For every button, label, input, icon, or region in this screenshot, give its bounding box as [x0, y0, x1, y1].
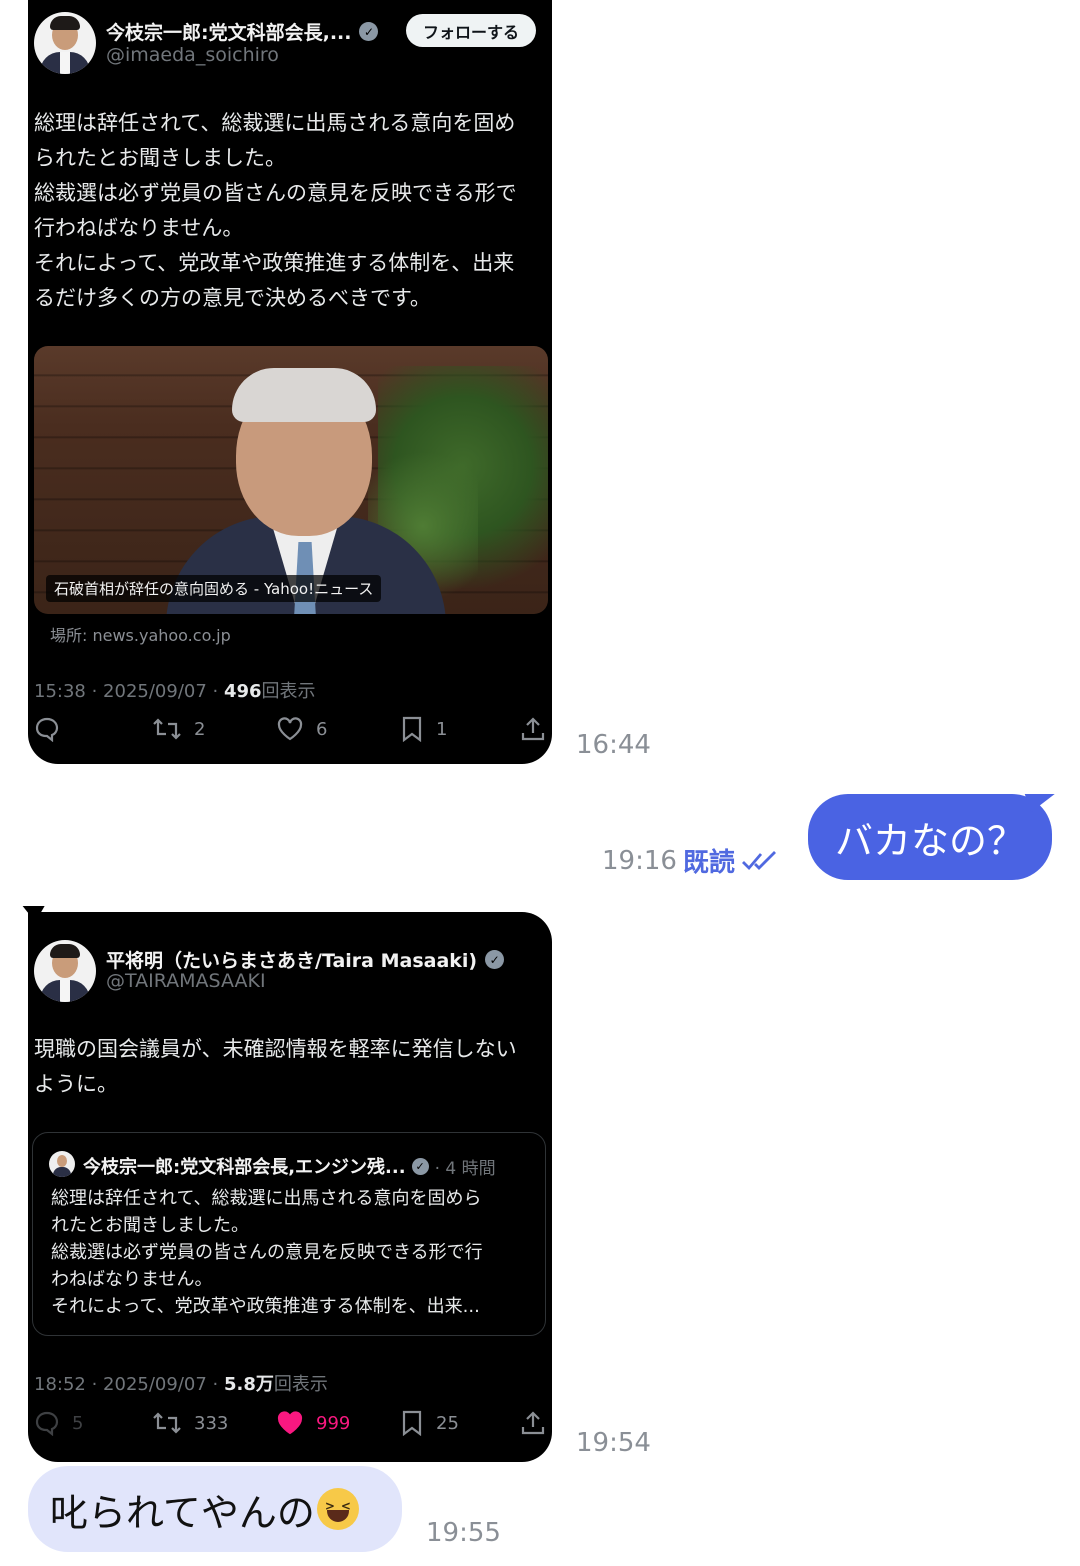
author-name: 平将明（たいらまさあき/Taira Masaaki): [106, 950, 478, 972]
author-name-row: 今枝宗一郎:党文科部会長,... ✓: [106, 18, 379, 45]
reply-icon: [35, 1411, 59, 1436]
repost-icon: [153, 718, 181, 740]
news-caption: 石破首相が辞任の意向固める - Yahoo!ニュース: [46, 575, 382, 602]
post-time-date: 15:38 · 2025/09/07 ·: [34, 681, 224, 702]
heart-filled-icon: [277, 1411, 303, 1435]
author-handle: @TAIRAMASAAKI: [106, 970, 266, 992]
message-text: 叱られてやんの: [50, 1490, 315, 1535]
author-handle: @imaeda_soichiro: [106, 44, 279, 66]
double-check-icon: [741, 850, 776, 870]
reply-button[interactable]: [34, 716, 60, 742]
views-suffix: 回表示: [261, 681, 316, 702]
message-timestamp: 16:44: [576, 730, 651, 760]
message-timestamp: 19:16: [602, 845, 677, 876]
post-actions: 5 333 999 25: [28, 1410, 552, 1450]
post-text: 総理は辞任されて、総裁選に出馬される意向を固め られたとお聞きしました。 総裁選…: [34, 111, 517, 310]
post-time-date: 18:52 · 2025/09/07 ·: [34, 1374, 224, 1395]
like-button[interactable]: 999: [276, 1410, 350, 1436]
quoted-author-row: 今枝宗一郎:党文科部会長,エンジン残... ✓ · 4 時間: [83, 1153, 496, 1179]
received-message-bubble[interactable]: 叱られてやんの > <: [28, 1466, 402, 1552]
verified-badge-icon: ✓: [359, 22, 379, 41]
share-button[interactable]: [520, 716, 546, 742]
view-count: 496: [223, 681, 262, 702]
read-label: 既読: [682, 848, 735, 878]
reply-button[interactable]: 5: [34, 1410, 83, 1436]
news-link-card[interactable]: 石破首相が辞任の意向固める - Yahoo!ニュース: [34, 346, 548, 614]
view-count: 5.8万: [223, 1374, 274, 1395]
repost-count: 2: [194, 718, 206, 740]
author-name-row: 平将明（たいらまさあき/Taira Masaaki) ✓: [106, 946, 505, 973]
verified-badge-icon: ✓: [411, 1157, 429, 1175]
share-icon: [521, 1411, 545, 1435]
sent-message-bubble[interactable]: バカなの？: [808, 794, 1052, 880]
quoted-author-avatar: [49, 1151, 75, 1177]
bookmark-count: 1: [436, 718, 448, 740]
quoted-post-time: · 4 時間: [434, 1158, 496, 1179]
like-button[interactable]: 6: [276, 716, 327, 742]
quoted-post[interactable]: 今枝宗一郎:党文科部会長,エンジン残... ✓ · 4 時間 総理は辞任されて、…: [32, 1132, 546, 1336]
shared-post-card-1[interactable]: 今枝宗一郎:党文科部会長,... ✓ @imaeda_soichiro フォロー…: [28, 0, 552, 764]
author-avatar[interactable]: [34, 12, 96, 74]
news-source: 場所: news.yahoo.co.jp: [50, 626, 231, 645]
like-count: 999: [316, 1412, 351, 1434]
repost-button[interactable]: 333: [152, 1410, 228, 1436]
author-avatar[interactable]: [34, 940, 96, 1002]
laughing-face-icon: > <: [316, 1488, 359, 1530]
author-name: 今枝宗一郎:党文科部会長,...: [106, 22, 352, 44]
bookmark-count: 25: [436, 1412, 459, 1434]
post-text: 現職の国会議員が、未確認情報を軽率に発信しない ように。: [34, 1037, 517, 1096]
read-receipt: 19:16 既読: [602, 842, 783, 879]
reply-count: 5: [72, 1412, 84, 1434]
share-icon: [521, 717, 545, 741]
shared-post-card-2[interactable]: 平将明（たいらまさあき/Taira Masaaki) ✓ @TAIRAMASAA…: [28, 912, 552, 1462]
bookmark-button[interactable]: 25: [400, 1410, 459, 1436]
post-meta: 18:52 · 2025/09/07 · 5.8万回表示: [34, 1370, 328, 1396]
post-meta: 15:38 · 2025/09/07 · 496回表示: [34, 677, 316, 703]
heart-icon: [277, 717, 303, 741]
repost-count: 333: [194, 1412, 229, 1434]
message-timestamp: 19:54: [576, 1428, 651, 1458]
repost-icon: [153, 1412, 181, 1434]
views-suffix: 回表示: [273, 1374, 328, 1395]
verified-badge-icon: ✓: [485, 950, 505, 969]
bookmark-icon: [402, 1410, 422, 1436]
like-count: 6: [316, 718, 328, 740]
bookmark-icon: [402, 716, 422, 742]
message-timestamp: 19:55: [426, 1518, 501, 1548]
reply-icon: [35, 717, 59, 742]
repost-button[interactable]: 2: [152, 716, 205, 742]
quoted-author-name: 今枝宗一郎:党文科部会長,エンジン残...: [83, 1157, 406, 1178]
share-button[interactable]: [520, 1410, 546, 1436]
post-actions: 2 6 1: [28, 716, 552, 756]
bookmark-button[interactable]: 1: [400, 716, 447, 742]
quoted-post-text: 総理は辞任されて、総裁選に出馬される意向を固めら れたとお聞きしました。 総裁選…: [51, 1188, 483, 1317]
follow-button[interactable]: フォローする: [405, 14, 536, 47]
